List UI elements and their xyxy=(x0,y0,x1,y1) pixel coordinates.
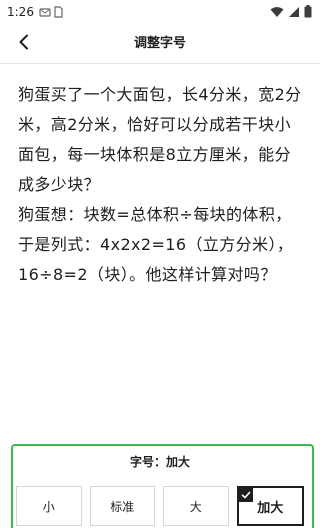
font-size-standard-button[interactable]: 标准 xyxy=(89,486,155,526)
problem-paragraph: 狗蛋买了一个大面包，长4分米，宽2分米，高2分米，恰好可以分成若干块小面包，每一… xyxy=(18,85,302,194)
back-button[interactable] xyxy=(10,30,38,58)
problem-text: 狗蛋买了一个大面包，长4分米，宽2分米，高2分米，恰好可以分成若干块小面包，每一… xyxy=(18,80,306,290)
chevron-left-icon xyxy=(17,34,31,54)
font-size-standard-label: 标准 xyxy=(110,499,135,514)
signal-icon xyxy=(288,3,300,22)
battery-icon xyxy=(304,3,312,22)
check-icon xyxy=(238,488,253,502)
reasoning-paragraph: 狗蛋想：块数=总体积÷每块的体积，于是列式：4x2x2=16（立方分米），16÷… xyxy=(18,205,294,284)
page-title: 调整字号 xyxy=(133,36,186,51)
font-size-options: 小 标准 大 加大 xyxy=(16,486,304,526)
app-bar: 调整字号 xyxy=(0,24,320,64)
notification-icon xyxy=(39,3,51,22)
font-size-small-label: 小 xyxy=(42,499,55,514)
wifi-icon xyxy=(270,3,284,22)
sim-card-icon xyxy=(54,3,63,22)
font-size-small-button[interactable]: 小 xyxy=(16,486,82,526)
font-size-extra-large-button[interactable]: 加大 xyxy=(236,486,304,526)
font-size-large-label: 大 xyxy=(189,499,202,514)
status-bar: 1:26 xyxy=(0,0,320,24)
font-size-extra-large-label: 加大 xyxy=(257,500,284,516)
font-size-label: 字号：加大 xyxy=(129,455,190,469)
font-size-large-button[interactable]: 大 xyxy=(163,486,229,526)
status-time: 1:26 xyxy=(7,5,34,19)
